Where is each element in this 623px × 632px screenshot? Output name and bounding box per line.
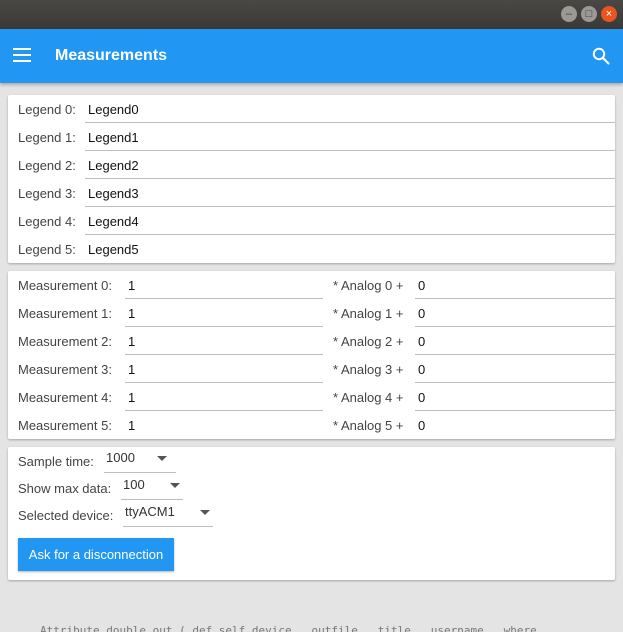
search-icon[interactable] xyxy=(592,47,610,65)
measurement-row: Measurement 0: 1 * Analog 0 + 0 xyxy=(8,271,615,299)
measurement-input[interactable]: 1 xyxy=(125,411,323,439)
legend-label: Legend 4: xyxy=(18,214,76,229)
analog-label: * Analog 0 + xyxy=(333,278,404,293)
measurement-label: Measurement 5: xyxy=(18,418,112,433)
measurement-input[interactable]: 1 xyxy=(125,327,323,355)
analog-label: * Analog 3 + xyxy=(333,362,404,377)
measurement-label: Measurement 3: xyxy=(18,362,112,377)
legend-input[interactable]: Legend4 xyxy=(85,207,615,235)
close-button[interactable]: × xyxy=(601,6,617,22)
legend-input[interactable]: Legend1 xyxy=(85,123,615,151)
analog-label: * Analog 4 + xyxy=(333,390,404,405)
max-data-select[interactable]: 100 xyxy=(121,474,183,500)
device-label: Selected device: xyxy=(18,508,114,523)
measurement-input[interactable]: 1 xyxy=(125,355,323,383)
sample-time-select[interactable]: 1000 xyxy=(104,447,176,473)
measurement-label: Measurement 4: xyxy=(18,390,112,405)
measurement-card: Measurement 0: 1 * Analog 0 + 0 Measurem… xyxy=(8,271,615,439)
legend-label: Legend 1: xyxy=(18,130,76,145)
background-code-line: Attribute double out ( def self device ,… xyxy=(40,624,537,632)
background-window-text: Attribute double out ( def self device ,… xyxy=(0,620,623,632)
device-select[interactable]: ttyACM1 xyxy=(123,501,213,527)
maximize-button[interactable]: □ xyxy=(581,6,597,22)
analog-offset-input[interactable]: 0 xyxy=(415,411,615,439)
max-data-value: 100 xyxy=(123,477,145,492)
analog-offset-input[interactable]: 0 xyxy=(415,327,615,355)
measurement-label: Measurement 2: xyxy=(18,334,112,349)
measurement-row: Measurement 5: 1 * Analog 5 + 0 xyxy=(8,411,615,439)
legend-row: Legend 0: Legend0 xyxy=(8,95,615,123)
legend-input[interactable]: Legend5 xyxy=(85,235,615,263)
device-value: ttyACM1 xyxy=(125,504,175,519)
legend-label: Legend 3: xyxy=(18,186,76,201)
minimize-button[interactable]: – xyxy=(561,6,577,22)
legend-card: Legend 0: Legend0 Legend 1: Legend1 Lege… xyxy=(8,95,615,263)
measurement-input[interactable]: 1 xyxy=(125,299,323,327)
legend-label: Legend 0: xyxy=(18,102,76,117)
chevron-down-icon xyxy=(200,510,210,515)
legend-row: Legend 3: Legend3 xyxy=(8,179,615,207)
legend-input[interactable]: Legend3 xyxy=(85,179,615,207)
page-title: Measurements xyxy=(55,47,168,64)
legend-label: Legend 2: xyxy=(18,158,76,173)
legend-row: Legend 2: Legend2 xyxy=(8,151,615,179)
legend-input[interactable]: Legend0 xyxy=(85,95,615,123)
max-data-label: Show max data: xyxy=(18,481,112,496)
disconnect-button[interactable]: Ask for a disconnection xyxy=(18,538,174,571)
measurement-label: Measurement 1: xyxy=(18,306,112,321)
measurement-row: Measurement 1: 1 * Analog 1 + 0 xyxy=(8,299,615,327)
legend-input[interactable]: Legend2 xyxy=(85,151,615,179)
analog-offset-input[interactable]: 0 xyxy=(415,299,615,327)
measurement-row: Measurement 2: 1 * Analog 2 + 0 xyxy=(8,327,615,355)
sample-time-value: 1000 xyxy=(106,450,135,465)
hamburger-icon[interactable] xyxy=(13,48,31,62)
sample-time-label: Sample time: xyxy=(18,454,94,469)
measurement-input[interactable]: 1 xyxy=(125,271,323,299)
analog-offset-input[interactable]: 0 xyxy=(415,271,615,299)
app-bar: Measurements xyxy=(0,29,623,83)
legend-row: Legend 1: Legend1 xyxy=(8,123,615,151)
analog-label: * Analog 2 + xyxy=(333,334,404,349)
measurement-label: Measurement 0: xyxy=(18,278,112,293)
measurement-input[interactable]: 1 xyxy=(125,383,323,411)
analog-offset-input[interactable]: 0 xyxy=(415,355,615,383)
legend-row: Legend 5: Legend5 xyxy=(8,235,615,263)
window-titlebar: – □ × xyxy=(0,0,623,29)
legend-label: Legend 5: xyxy=(18,242,76,257)
analog-label: * Analog 5 + xyxy=(333,418,404,433)
chevron-down-icon xyxy=(157,456,167,461)
measurement-row: Measurement 3: 1 * Analog 3 + 0 xyxy=(8,355,615,383)
analog-offset-input[interactable]: 0 xyxy=(415,383,615,411)
chevron-down-icon xyxy=(170,483,180,488)
legend-row: Legend 4: Legend4 xyxy=(8,207,615,235)
analog-label: * Analog 1 + xyxy=(333,306,404,321)
settings-card: Sample time: 1000 Show max data: 100 Sel… xyxy=(8,447,615,580)
measurement-row: Measurement 4: 1 * Analog 4 + 0 xyxy=(8,383,615,411)
